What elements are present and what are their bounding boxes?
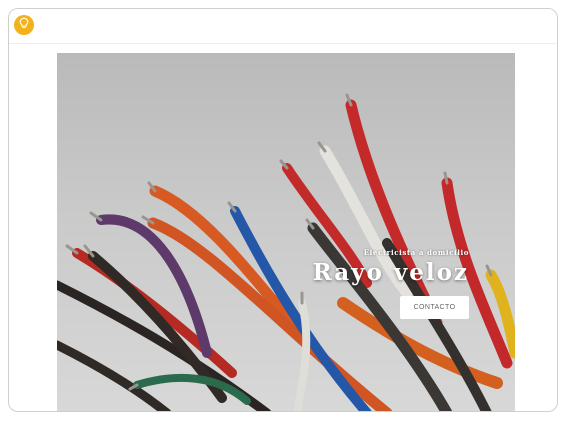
hero-text: Electricista a domicilio Rayo veloz [313, 248, 469, 286]
top-navbar [9, 9, 557, 44]
cables-image [57, 93, 515, 411]
lightbulb-icon [18, 16, 30, 34]
contact-button[interactable]: CONTACTO [400, 296, 469, 319]
logo[interactable] [14, 15, 34, 35]
hero-banner: Electricista a domicilio Rayo veloz CONT… [57, 53, 515, 411]
browser-frame: Electricista a domicilio Rayo veloz CONT… [8, 8, 558, 412]
hero-subtitle: Electricista a domicilio [363, 248, 469, 257]
hero-title: Rayo veloz [312, 259, 469, 286]
